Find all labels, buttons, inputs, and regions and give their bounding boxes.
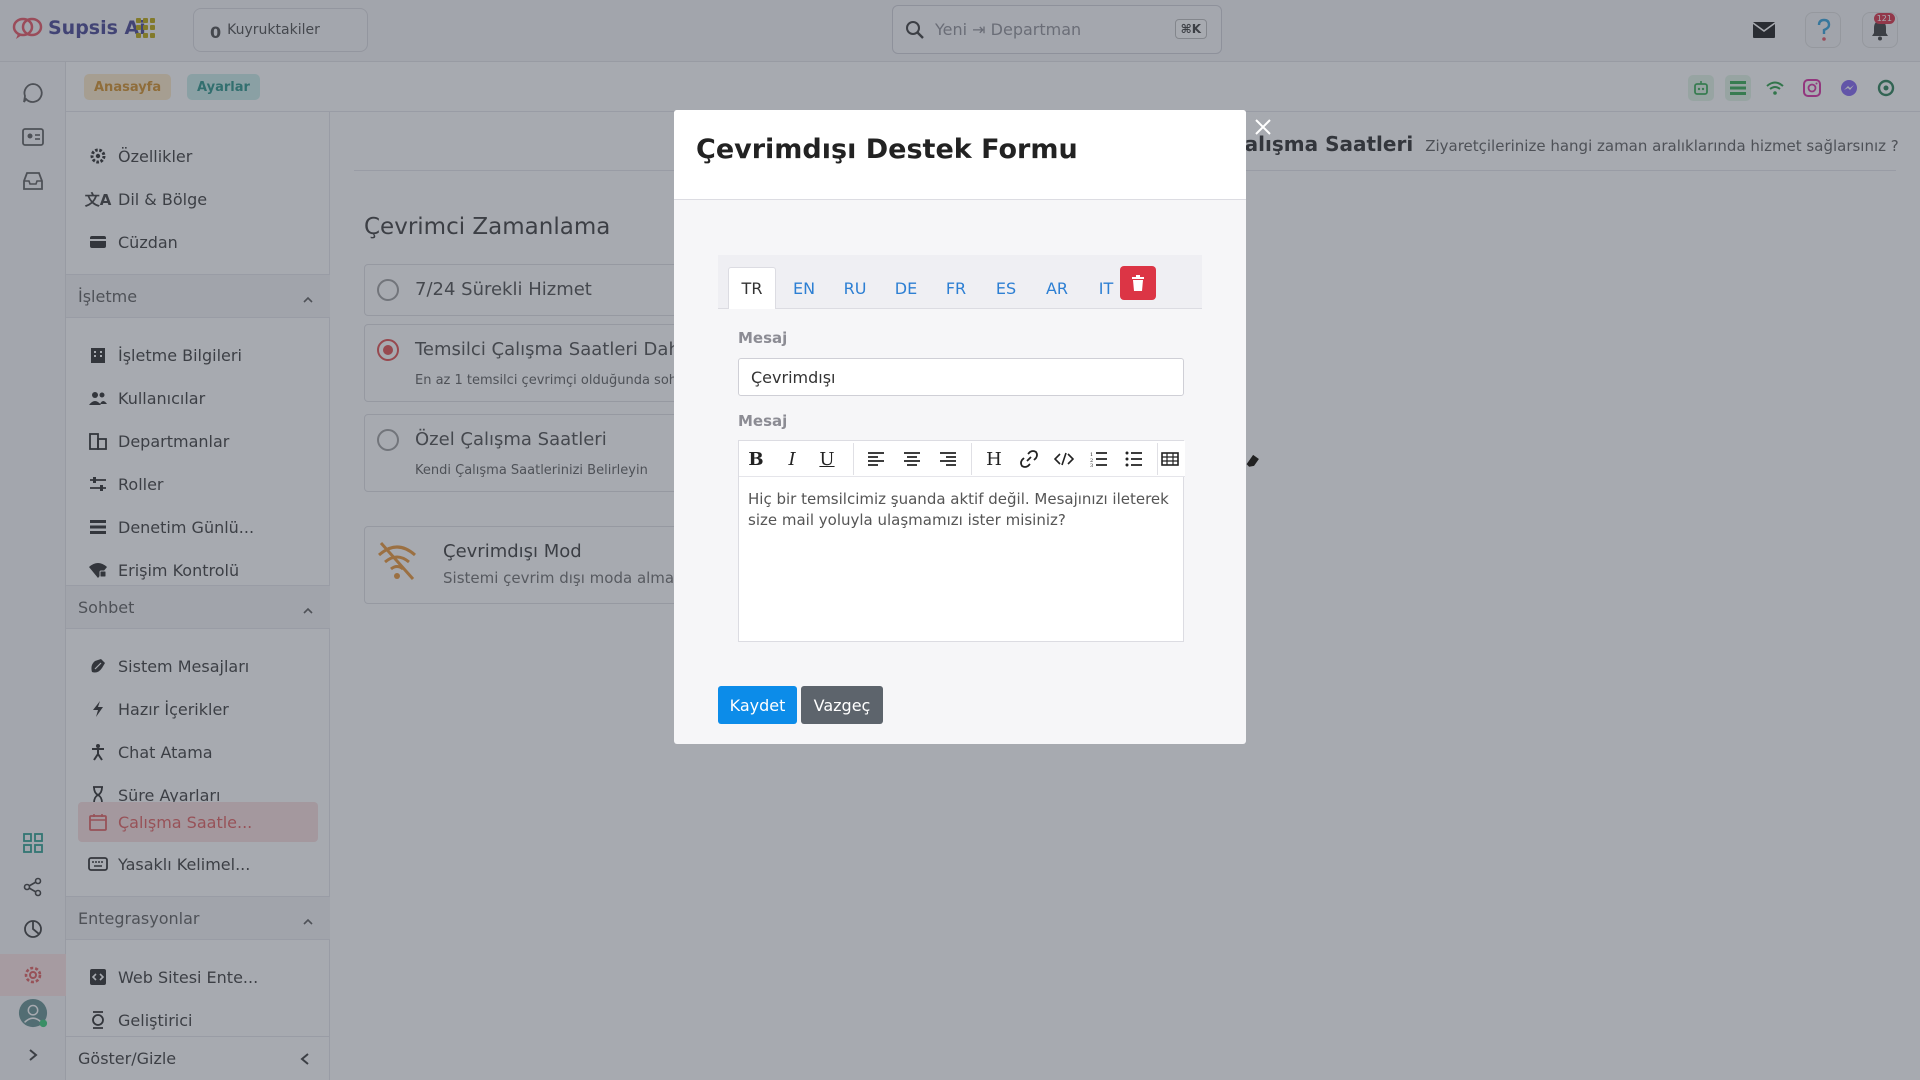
editor-toolbar: B I U H 123 xyxy=(739,441,1185,477)
save-button[interactable]: Kaydet xyxy=(718,686,797,724)
bullet-list-button[interactable] xyxy=(1121,447,1147,471)
clear-format-button[interactable] xyxy=(1242,449,1264,471)
editor-content[interactable]: Hiç bir temsilcimiz şuanda aktif değil. … xyxy=(748,489,1178,531)
underline-button[interactable]: U xyxy=(814,447,840,471)
svg-text:3: 3 xyxy=(1090,463,1093,467)
tab-lang-de[interactable]: DE xyxy=(882,267,930,309)
offline-support-form-modal: Çevrimdışı Destek Formu TR EN RU DE FR E… xyxy=(674,110,1246,744)
close-icon xyxy=(1255,119,1271,135)
italic-button[interactable]: I xyxy=(779,447,805,471)
message-title-label: Mesaj xyxy=(738,329,788,347)
bold-button[interactable]: B xyxy=(743,447,769,471)
align-center-button[interactable] xyxy=(899,447,925,471)
align-left-icon xyxy=(868,452,884,466)
modal-header: Çevrimdışı Destek Formu xyxy=(674,110,1246,200)
tab-lang-tr[interactable]: TR xyxy=(728,267,776,309)
tab-lang-ar[interactable]: AR xyxy=(1033,267,1081,309)
table-icon xyxy=(1161,452,1179,466)
link-button[interactable] xyxy=(1016,447,1042,471)
tab-lang-fr[interactable]: FR xyxy=(932,267,980,309)
trash-icon xyxy=(1132,275,1144,291)
rich-text-editor[interactable]: B I U H 123 Hiç bir temsilcimiz şuanda a… xyxy=(738,440,1185,642)
delete-language-button[interactable] xyxy=(1120,266,1156,300)
align-right-icon xyxy=(940,452,956,466)
align-right-button[interactable] xyxy=(935,447,961,471)
tab-lang-ru[interactable]: RU xyxy=(831,267,879,309)
align-center-icon xyxy=(904,452,920,466)
heading-button[interactable]: H xyxy=(981,447,1007,471)
bullet-list-icon xyxy=(1125,451,1142,467)
eraser-icon xyxy=(1246,454,1259,467)
table-button[interactable] xyxy=(1157,447,1183,471)
ordered-list-button[interactable]: 123 xyxy=(1086,447,1112,471)
align-left-button[interactable] xyxy=(863,447,889,471)
code-icon xyxy=(1054,452,1074,466)
tab-lang-en[interactable]: EN xyxy=(780,267,828,309)
tab-lang-es[interactable]: ES xyxy=(982,267,1030,309)
link-icon xyxy=(1020,450,1038,468)
cancel-button[interactable]: Vazgeç xyxy=(801,686,883,724)
ordered-list-icon: 123 xyxy=(1090,452,1107,467)
close-modal-button[interactable] xyxy=(1250,114,1276,140)
modal-title: Çevrimdışı Destek Formu xyxy=(696,134,1078,165)
message-body-label: Mesaj xyxy=(738,412,788,430)
code-button[interactable] xyxy=(1051,447,1077,471)
message-title-input[interactable] xyxy=(738,358,1184,396)
